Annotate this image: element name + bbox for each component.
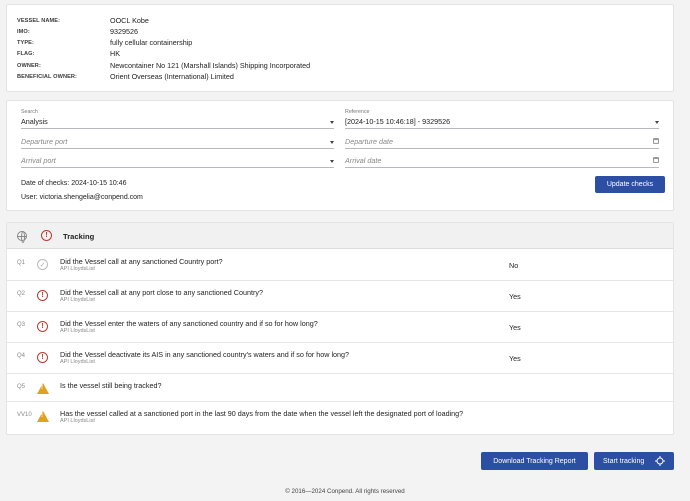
imo-row: IMO: 9329526	[17, 26, 138, 37]
departure-port-select[interactable]: Departure port	[21, 135, 334, 149]
reference-select[interactable]: [2024-10-15 10:46:18] - 9329526	[345, 115, 659, 129]
chevron-down-icon	[330, 141, 334, 144]
question-source: API LloydsList	[60, 359, 95, 365]
search-underline	[21, 128, 334, 129]
table-row: Q4 ! Did the Vessel deactivate its AIS i…	[7, 343, 673, 374]
question-text: Is the vessel still being tracked?	[60, 381, 162, 390]
warning-icon: !	[37, 383, 49, 394]
question-number: Q4	[17, 353, 26, 359]
question-number: Q2	[17, 291, 26, 297]
start-tracking-button[interactable]: Start tracking	[594, 452, 674, 470]
table-row: Q3 ! Did the Vessel enter the waters of …	[7, 312, 673, 343]
arrival-port-underline	[21, 167, 334, 168]
table-row: Q2 ! Did the Vessel call at any port clo…	[7, 281, 673, 312]
flag-value: HK	[110, 49, 120, 58]
owner-label: OWNER:	[17, 62, 41, 69]
arrival-date-placeholder: Arrival date	[345, 156, 382, 165]
calendar-icon[interactable]	[653, 157, 659, 163]
question-answer: No	[509, 261, 519, 270]
footer-copyright: © 2016—2024 Conpend. All rights reserved	[285, 488, 405, 495]
imo-value: 9329526	[110, 27, 138, 36]
chevron-down-icon	[330, 121, 334, 124]
alert-circle-icon: !	[37, 352, 48, 363]
arrival-port-select[interactable]: Arrival port	[21, 154, 334, 168]
chevron-down-icon	[655, 121, 659, 124]
owner-row: OWNER: Newcontainer No 121 (Marshall Isl…	[17, 60, 310, 71]
reference-select-value: [2024-10-15 10:46:18] - 9329526	[345, 117, 451, 126]
question-answer: Yes	[509, 354, 521, 363]
departure-port-underline	[21, 148, 334, 149]
question-text: Did the Vessel call at any sanctioned Co…	[60, 257, 223, 266]
flag-row: FLAG: HK	[17, 48, 120, 59]
imo-label: IMO:	[17, 28, 30, 35]
question-source: API LloydsList	[60, 328, 95, 334]
crosshair-icon	[655, 456, 665, 466]
departure-port-placeholder: Departure port	[21, 137, 68, 146]
tracking-table: ! Tracking Q1 ✓ Did the Vessel call at a…	[6, 222, 674, 435]
question-text: Did the Vessel deactivate its AIS in any…	[60, 350, 350, 359]
alert-circle-icon: !	[37, 290, 48, 301]
globe-icon	[17, 231, 27, 243]
type-value: fully cellular containership	[110, 38, 193, 47]
vessel-name-value: OOCL Kobe	[110, 16, 149, 25]
update-checks-button[interactable]: Update checks	[595, 176, 665, 193]
departure-date-field[interactable]: Departure date	[345, 135, 659, 149]
alert-icon: !	[41, 230, 52, 241]
tracking-header: ! Tracking	[7, 223, 673, 249]
departure-date-underline	[345, 148, 659, 149]
question-text: Did the Vessel enter the waters of any s…	[60, 319, 318, 328]
check-circle-icon: ✓	[37, 259, 48, 270]
beneficial-owner-label: BENEFICIAL OWNER:	[17, 73, 78, 80]
alert-circle-icon: !	[37, 321, 48, 332]
start-tracking-label: Start tracking	[603, 457, 645, 465]
table-row: Q5 ! Is the vessel still being tracked?	[7, 374, 673, 402]
vessel-name-row: VESSEL NAME: OOCL Kobe	[17, 15, 149, 26]
search-select[interactable]: Analysis	[21, 115, 334, 129]
download-tracking-report-button[interactable]: Download Tracking Report	[481, 452, 588, 470]
tracking-title: Tracking	[63, 232, 95, 241]
question-text: Has the vessel called at a sanctioned po…	[60, 409, 464, 418]
table-row: VV10 ! Has the vessel called at a sancti…	[7, 402, 673, 433]
arrival-date-field[interactable]: Arrival date	[345, 154, 659, 168]
departure-date-placeholder: Departure date	[345, 137, 393, 146]
arrival-port-placeholder: Arrival port	[21, 156, 56, 165]
question-source: API LloydsList	[60, 266, 95, 272]
question-answer: Yes	[509, 292, 521, 301]
question-answer: Yes	[509, 323, 521, 332]
type-label: TYPE:	[17, 39, 34, 46]
flag-label: FLAG:	[17, 50, 35, 57]
question-number: Q3	[17, 322, 26, 328]
search-form-card: Search Analysis Reference [2024-10-15 10…	[6, 100, 674, 211]
vessel-info-card: VESSEL NAME: OOCL Kobe IMO: 9329526 TYPE…	[6, 4, 674, 92]
type-row: TYPE: fully cellular containership	[17, 37, 192, 48]
question-source: API LloydsList	[60, 418, 95, 424]
search-select-value: Analysis	[21, 117, 48, 126]
warning-icon: !	[37, 411, 49, 422]
owner-value: Newcontainer No 121 (Marshall Islands) S…	[110, 61, 311, 70]
beneficial-owner-row: BENEFICIAL OWNER: Orient Overseas (Inter…	[17, 71, 234, 82]
question-text: Did the Vessel call at any port close to…	[60, 288, 263, 297]
user-info: User: victoria.shengelia@conpend.com	[21, 194, 143, 201]
date-of-checks: Date of checks: 2024-10-15 10:46	[21, 180, 127, 187]
question-source: API LloydsList	[60, 297, 95, 303]
reference-underline	[345, 128, 659, 129]
calendar-icon[interactable]	[653, 138, 659, 144]
vessel-name-label: VESSEL NAME:	[17, 17, 61, 24]
question-number: Q5	[17, 384, 26, 390]
question-number: VV10	[17, 412, 32, 418]
question-number: Q1	[17, 260, 26, 266]
arrival-date-underline	[345, 167, 659, 168]
table-row: Q1 ✓ Did the Vessel call at any sanction…	[7, 250, 673, 281]
chevron-down-icon	[330, 160, 334, 163]
beneficial-owner-value: Orient Overseas (International) Limited	[110, 72, 234, 81]
